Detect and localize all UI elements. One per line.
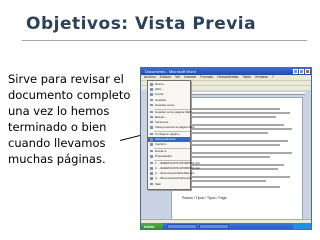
doc-text-line (180, 128, 292, 130)
file-menu-item-label: Nuevo... (155, 82, 167, 86)
menu-item-icon (149, 110, 153, 113)
taskbar-item[interactable] (199, 224, 229, 229)
file-menu-item[interactable]: Guardar (148, 98, 190, 103)
menu-item-icon (149, 103, 153, 107)
slide-body-text: Sirve para revisar el documento completo… (8, 72, 131, 166)
file-menu-item[interactable]: Configurar página... (148, 132, 190, 137)
taskbar-item[interactable] (167, 224, 197, 229)
minimize-icon[interactable] (293, 69, 298, 74)
file-menu-item-label: 4 ...\Documentos\Carta.doc (155, 176, 192, 181)
menu-item-icon (149, 115, 153, 119)
file-menu-item[interactable]: 1 ...\EJERCICIOS WORD\Ej1.doc (148, 161, 200, 166)
menu-item-icon (149, 161, 153, 165)
file-menu-item-label: Versiones... (155, 119, 171, 124)
file-menu-dropdown: Nuevo... Abrir... Cerrar Guardar Guardar com… (147, 80, 200, 190)
window-titlebar: Documento - Microsoft Word (141, 68, 311, 75)
doc-text-line (180, 116, 276, 118)
menu-item-icon (149, 149, 153, 153)
menu-item-icon (149, 98, 153, 102)
menu-item-vista-preliminar[interactable]: Vista preliminar (148, 137, 190, 142)
menu-item-icon (149, 93, 153, 96)
file-menu-item[interactable]: 4 ...\Documentos\Carta.doc (148, 176, 192, 181)
file-menu-item[interactable]: Buscar... (148, 115, 190, 120)
doc-text-line (180, 176, 290, 178)
file-menu-item-label: Buscar... (155, 114, 167, 119)
start-button[interactable]: inicio (141, 223, 163, 229)
file-menu-item[interactable]: Abrir... (148, 87, 190, 92)
file-menu-item-label: Imprimir... (155, 142, 169, 147)
file-menu-item-label: Abrir... (155, 87, 164, 92)
file-menu-item-label: Guardar como página Web... (155, 109, 194, 114)
file-menu-item[interactable]: Versiones... (148, 120, 190, 125)
menu-item-icon (149, 143, 153, 146)
doc-text-line (180, 108, 280, 110)
doc-text-line (180, 186, 280, 188)
file-menu-item-label: 3 ...\Documentos\Plantilla.doc (155, 171, 195, 176)
file-menu-item-label: Salir (155, 181, 162, 186)
doc-text-line (180, 132, 268, 134)
taskbar: inicio (141, 223, 311, 229)
file-menu-item-label: Vista preliminar (155, 137, 176, 141)
close-icon[interactable] (305, 69, 310, 74)
menu-item-icon (149, 120, 153, 124)
file-menu-item-label: 2 ...\EJERCICIOS WORD\Ej2.doc (155, 166, 201, 170)
menu-item-icon (149, 126, 153, 129)
window-title: Documento - Microsoft Word (145, 69, 196, 74)
file-menu-item[interactable]: Propiedades (148, 154, 190, 159)
slide-title: Objetivos: Vista Previa (26, 14, 257, 34)
menu-item-icon (149, 172, 153, 175)
file-menu-item[interactable]: 3 ...\Documentos\Plantilla.doc (148, 171, 195, 176)
file-menu-item[interactable]: Guardar como... (148, 103, 190, 108)
word-screenshot: Documento - Microsoft Word Archivo Edició… (140, 67, 312, 230)
doc-text-line (180, 156, 270, 158)
file-menu-item-label: Vista previa de la página Web (155, 125, 195, 130)
menu-item-icon (149, 182, 153, 186)
file-menu-item[interactable]: Guardar como página Web... (148, 109, 194, 115)
maximize-icon[interactable] (299, 69, 304, 74)
doc-text-line (180, 152, 292, 154)
file-menu-item[interactable]: 2 ...\EJERCICIOS WORD\Ej2.doc (148, 166, 200, 171)
doc-text-line (180, 180, 266, 182)
file-menu-item[interactable]: Cerrar (148, 92, 190, 97)
file-menu-item-label: 1 ...\EJERCICIOS WORD\Ej1.doc (155, 160, 201, 165)
file-menu-item[interactable]: Imprimir... (148, 142, 190, 147)
title-divider (22, 40, 307, 41)
file-menu-item[interactable]: Enviar a (148, 149, 190, 154)
menu-item-icon (149, 132, 153, 136)
doc-text-line (180, 144, 280, 146)
menu-item-icon (149, 167, 153, 170)
file-menu-item[interactable]: Nuevo... (148, 82, 190, 87)
menu-item-icon (149, 88, 153, 91)
file-menu-item-label: Enviar a (155, 148, 167, 153)
file-menu-item-label: Guardar (155, 97, 167, 102)
menu-item-icon (149, 138, 153, 141)
system-tray (293, 223, 311, 229)
menu-item-icon (149, 155, 153, 158)
file-menu-item[interactable]: Salir (148, 182, 190, 187)
menu-item-icon (149, 177, 153, 180)
file-menu-item-label: Propiedades (155, 154, 172, 159)
file-menu-item-label: Guardar como... (155, 102, 177, 107)
file-menu-item-label: Configurar página... (155, 131, 182, 136)
doc-text-line (180, 124, 284, 126)
window-controls (293, 69, 310, 74)
file-menu-item[interactable]: Vista previa de la página Web (148, 125, 195, 130)
menu-item-icon (149, 83, 153, 86)
file-menu-item-label: Cerrar (155, 92, 164, 97)
doc-text-line (180, 112, 290, 114)
doc-text-line (180, 140, 288, 142)
doc-note: Puntos / Tipos / Tipos / Page (182, 196, 227, 200)
